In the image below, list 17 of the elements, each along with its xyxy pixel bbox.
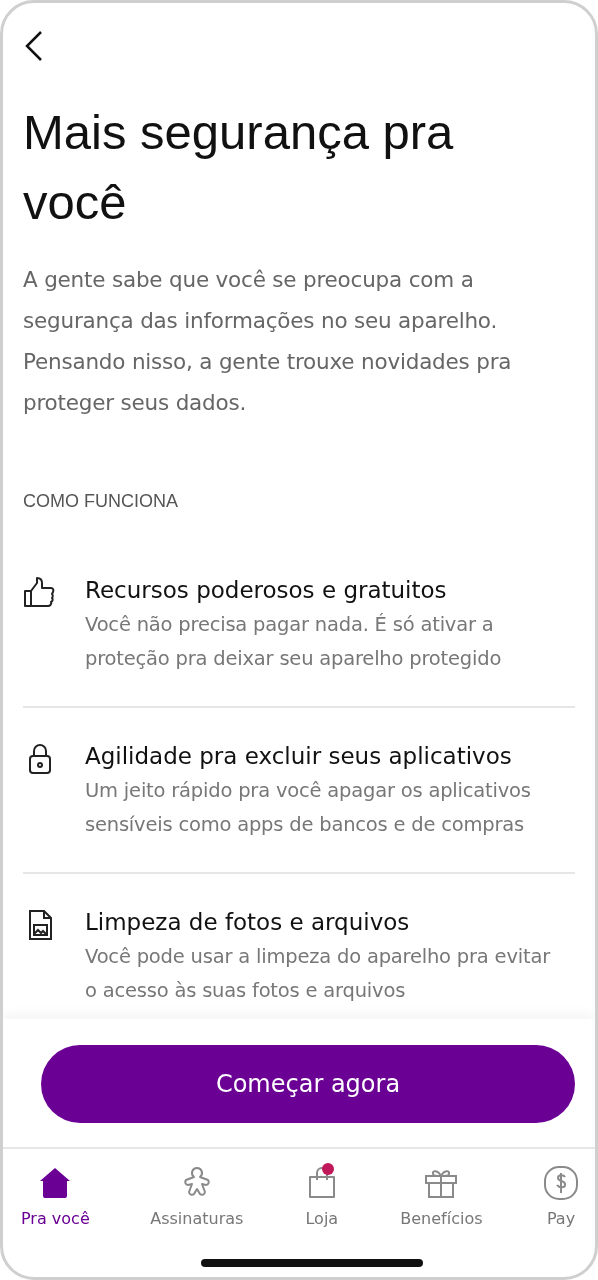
nav-tab[interactable]: Pay xyxy=(537,1161,585,1277)
back-icon[interactable] xyxy=(23,29,45,63)
feature-description: Você pode usar a limpeza do aparelho pra evitar o acesso às suas fotos e arquivos xyxy=(85,944,552,1004)
feature-description: Você não precisa pagar nada. É só ativar a proteção pra deixar seu aparelho protegido xyxy=(85,612,503,672)
nav-tab[interactable]: Assinaturas xyxy=(144,1161,250,1277)
feature-description: Um jeito rápido pra você apagar os aplicativos sensíveis como apps de bancos e de compras xyxy=(85,778,532,838)
feature-title: Agilidade pra excluir seus aplicativos xyxy=(85,742,513,771)
feature-title: Limpeza de fotos e arquivos xyxy=(85,908,411,937)
dollar-icon xyxy=(543,1165,579,1201)
start-button[interactable]: Começar agora xyxy=(41,1045,575,1123)
nav-tab[interactable]: Pra você xyxy=(15,1161,96,1277)
nav-tab[interactable]: Benefícios xyxy=(394,1161,489,1277)
intro-text: A gente sabe que você se preocupa com a segurança das informações no seu aparelho. Pensando nisso, a gente trouxe novidades pra proteger seus dados. xyxy=(23,266,513,417)
page-title: Mais segurança pra você xyxy=(23,104,455,231)
thumbs-up-icon xyxy=(23,576,57,610)
feature-title: Recursos poderosos e gratuitos xyxy=(85,576,448,605)
section-label: COMO FUNCIONA xyxy=(23,491,179,512)
